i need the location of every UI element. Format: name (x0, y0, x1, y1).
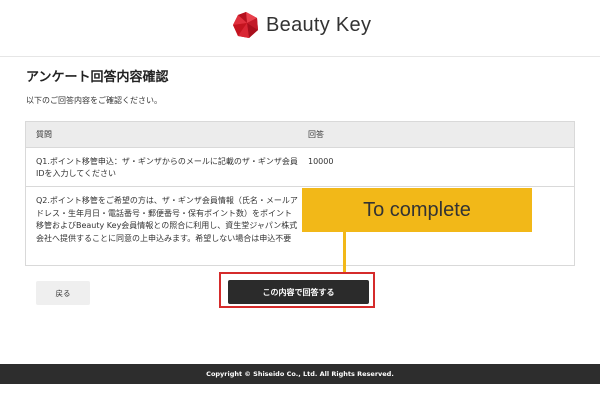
question-cell: Q2.ポイント移管をご希望の方は、ザ・ギンザ会員情報（氏名・メールアドレス・生年… (36, 196, 298, 243)
brand-name: Beauty Key (266, 13, 372, 36)
callout-connector (343, 232, 346, 272)
red-camellia-logo-icon (232, 11, 260, 39)
copyright-text: Copyright © Shiseido Co., Ltd. All Right… (206, 370, 394, 378)
site-header: Beauty Key (0, 0, 600, 57)
table-header-row: 質問 回答 (26, 122, 574, 147)
answer-cell: 10000 (308, 157, 334, 166)
back-button[interactable]: 戻る (36, 281, 90, 305)
intro-text: 以下のご回答内容をご確認ください。 (26, 96, 162, 105)
submit-answers-button[interactable]: この内容で回答する (228, 280, 369, 304)
answer-column-header: 回答 (308, 130, 324, 139)
callout-label: To complete (302, 188, 532, 232)
question-column-header: 質問 (36, 130, 52, 139)
question-cell: Q1.ポイント移管申込：ザ・ギンザからのメールに記載のザ・ギンザ会員IDを入力し… (36, 157, 298, 178)
brand-logo[interactable]: Beauty Key (232, 11, 371, 39)
page-title: アンケート回答内容確認 (26, 70, 169, 85)
table-row: Q1.ポイント移管申込：ザ・ギンザからのメールに記載のザ・ギンザ会員IDを入力し… (26, 147, 574, 186)
site-footer: Copyright © Shiseido Co., Ltd. All Right… (0, 364, 600, 384)
